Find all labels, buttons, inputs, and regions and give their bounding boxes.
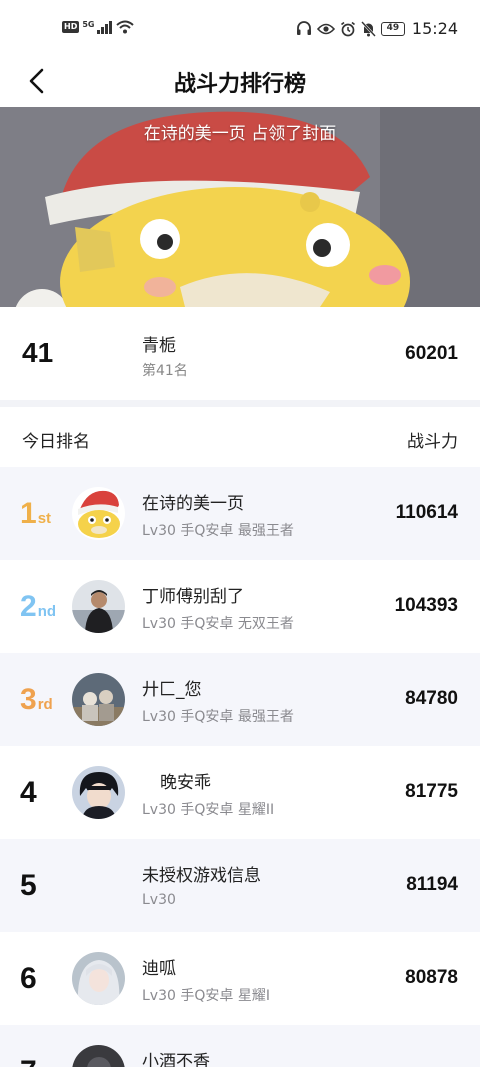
rank-number: 4 xyxy=(20,776,37,809)
rank-number: 2nd xyxy=(20,590,57,623)
player-name: 丁师傅别刮了 xyxy=(142,587,244,607)
rank-number: 1st xyxy=(20,497,52,530)
battery-indicator: 49 xyxy=(380,21,405,36)
avatar[interactable] xyxy=(72,673,125,726)
player-power: 104393 xyxy=(394,595,458,616)
ranking-row[interactable]: 7 小酒不香 xyxy=(0,1025,480,1067)
headphones-icon xyxy=(296,21,311,35)
player-level: Lv30 xyxy=(142,892,176,908)
player-power: 110614 xyxy=(395,502,458,523)
network-type: 5G xyxy=(82,19,95,29)
cover-banner[interactable]: 在诗的美一页 占领了封面 xyxy=(0,107,480,307)
avatar[interactable] xyxy=(72,580,125,633)
my-rank-number: 41 xyxy=(22,337,54,368)
section-divider xyxy=(0,400,480,407)
player-power: 81194 xyxy=(406,874,458,895)
rank-number: 5 xyxy=(20,869,37,902)
player-level: Lv30 手Q安卓 无双王者 xyxy=(142,616,294,632)
nav-bar: 战斗力排行榜 xyxy=(0,58,480,107)
player-power: 81775 xyxy=(405,781,458,802)
player-name: 迪呱 xyxy=(142,959,176,979)
player-name: 在诗的美一页 xyxy=(142,494,244,514)
mute-bell-icon xyxy=(360,20,376,37)
wifi-icon xyxy=(116,20,135,34)
player-power: 84780 xyxy=(405,688,458,709)
rank-number: 7 xyxy=(20,1055,38,1067)
rank-number: 6 xyxy=(20,962,37,995)
cover-caption: 在诗的美一页 占领了封面 xyxy=(143,124,337,144)
avatar[interactable] xyxy=(72,766,125,819)
player-level: Lv30 手Q安卓 最强王者 xyxy=(142,523,294,539)
eye-icon xyxy=(316,23,335,34)
avatar[interactable] xyxy=(72,487,125,540)
signal-icon xyxy=(97,20,113,34)
player-power: 80878 xyxy=(405,967,458,988)
list-header: 今日排名 战斗力 xyxy=(0,407,480,467)
ranking-list: 1st 在诗的美一页 Lv30 手Q安卓 最强王者 110614 2nd 丁师傅… xyxy=(0,467,480,1067)
ranking-row[interactable]: 3rd 廾匚_您 Lv30 手Q安卓 最强王者 84780 xyxy=(0,653,480,746)
avatar[interactable] xyxy=(72,952,125,1005)
page-title: 战斗力排行榜 xyxy=(173,72,306,97)
player-level: Lv30 手Q安卓 最强王者 xyxy=(142,709,294,725)
ranking-row[interactable]: 5 未授权游戏信息 Lv30 81194 xyxy=(0,839,480,932)
my-rank-position: 第41名 xyxy=(142,363,188,379)
hd-badge: HD xyxy=(62,21,80,33)
my-rank-card[interactable]: 41 青栀 第41名 60201 xyxy=(0,307,480,400)
ranking-row[interactable]: 1st 在诗的美一页 Lv30 手Q安卓 最强王者 110614 xyxy=(0,467,480,560)
alarm-icon xyxy=(340,21,355,36)
my-rank-power: 60201 xyxy=(405,343,458,364)
status-bar: HD 5G 49 15:24 xyxy=(0,0,480,58)
list-header-rank-label: 今日排名 xyxy=(22,432,90,452)
player-name: 未授权游戏信息 xyxy=(142,866,261,886)
player-name: 廾匚_您 xyxy=(142,680,202,700)
avatar[interactable] xyxy=(72,1045,125,1067)
player-level: Lv30 手Q安卓 星耀I xyxy=(142,988,270,1004)
my-rank-name: 青栀 xyxy=(142,336,176,356)
rank-number: 3rd xyxy=(20,683,53,716)
player-level: Lv30 手Q安卓 星耀II xyxy=(142,802,275,818)
ranking-row[interactable]: 4 晚安乖 Lv30 手Q安卓 星耀II 81775 xyxy=(0,746,480,839)
ranking-row[interactable]: 2nd 丁师傅别刮了 Lv30 手Q安卓 无双王者 104393 xyxy=(0,560,480,653)
list-header-power-label: 战斗力 xyxy=(407,432,458,452)
status-bar-right: 49 15:24 xyxy=(296,19,458,38)
status-time: 15:24 xyxy=(411,19,458,38)
player-name: 小酒不香 xyxy=(142,1052,210,1067)
ranking-row[interactable]: 6 迪呱 Lv30 手Q安卓 星耀I 80878 xyxy=(0,932,480,1025)
status-bar-left: HD 5G xyxy=(62,19,135,34)
player-name: 晚安乖 xyxy=(160,773,211,793)
